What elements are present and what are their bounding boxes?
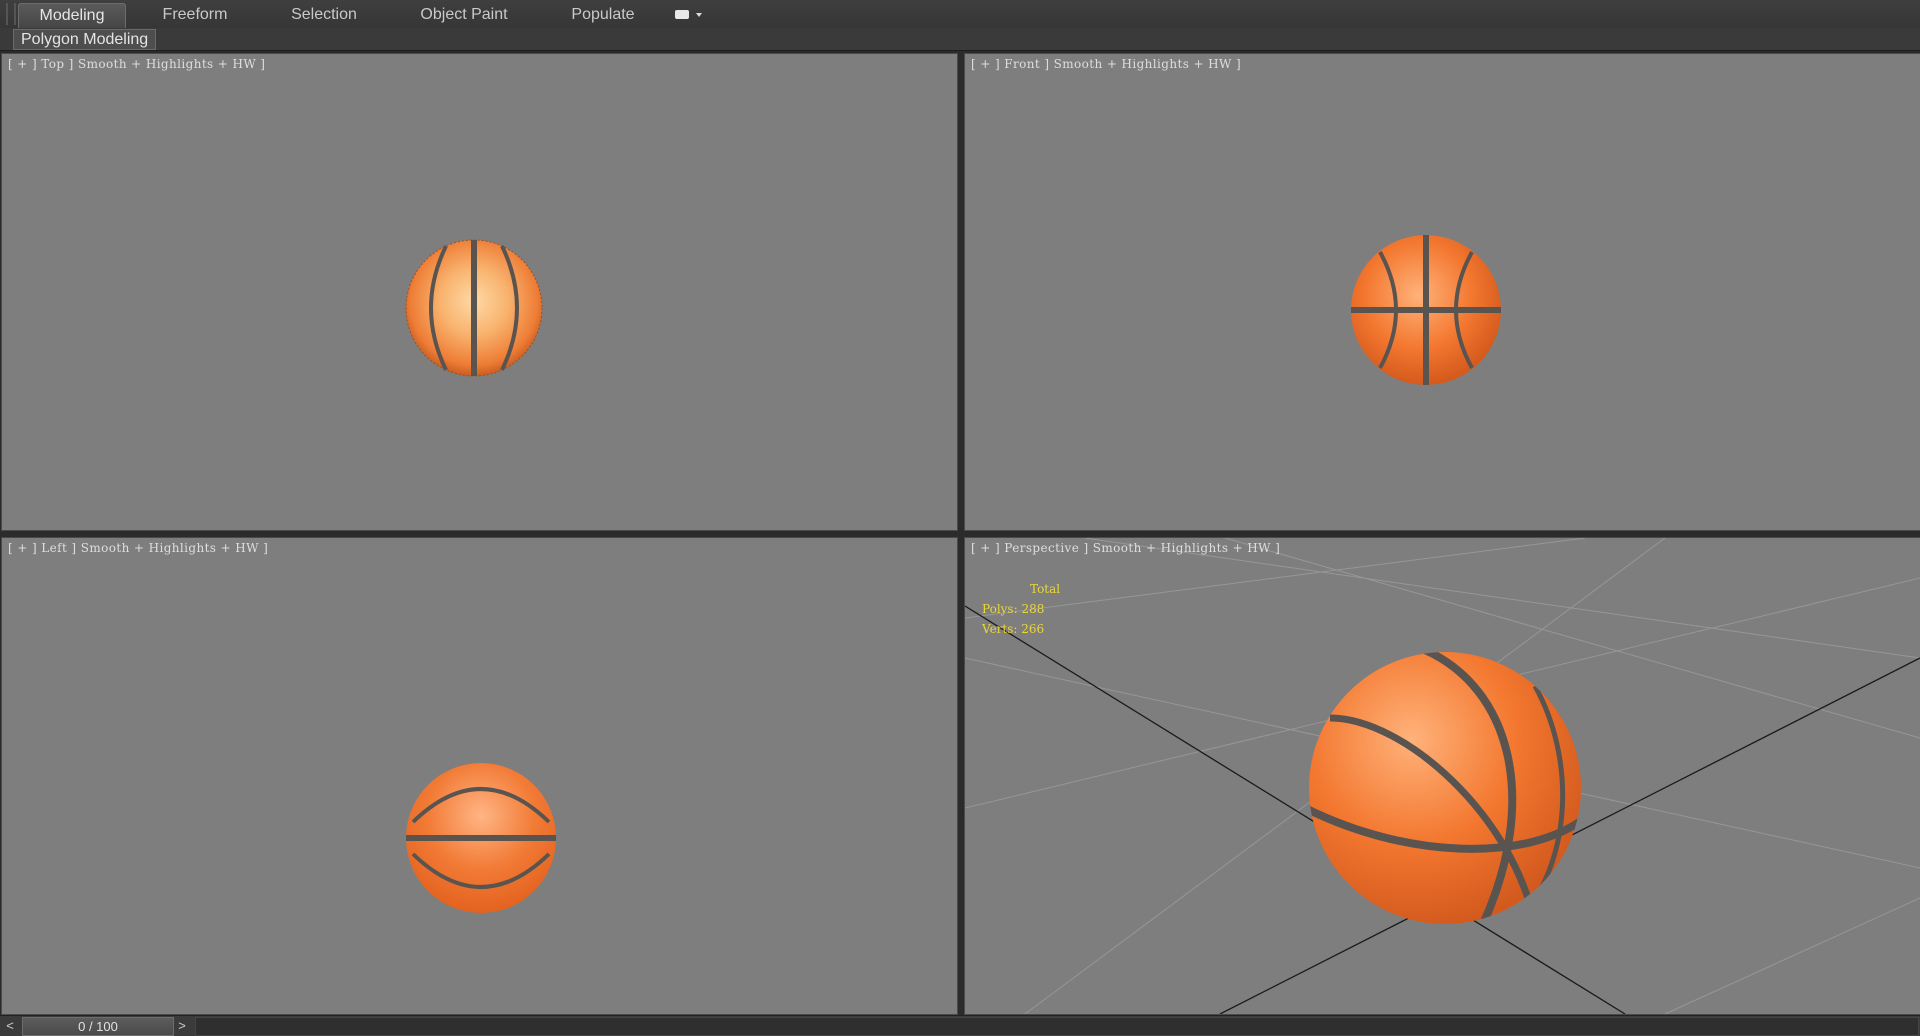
tab-freeform[interactable]: Freeform [143, 3, 247, 27]
ribbon-display-icon [675, 10, 689, 19]
viewport-top-label[interactable]: [ + ] Top ] Smooth + Highlights + HW ] [8, 57, 265, 71]
viewport-perspective[interactable]: [ + ] Perspective ] Smooth + Highlights … [964, 537, 1920, 1015]
tab-object-paint[interactable]: Object Paint [408, 3, 520, 27]
basketball-front-view[interactable] [1350, 234, 1502, 386]
viewport-left[interactable]: [ + ] Left ] Smooth + Highlights + HW ] [1, 537, 958, 1015]
viewport-front[interactable]: [ + ] Front ] Smooth + Highlights + HW ] [964, 53, 1920, 531]
time-slider-prev-button[interactable]: < [3, 1018, 17, 1034]
time-slider-track[interactable] [195, 1017, 1919, 1036]
tab-selection[interactable]: Selection [272, 3, 376, 27]
stats-title: Total [1030, 582, 1061, 596]
stats-polys: Polys: 288 [982, 602, 1045, 616]
tab-populate[interactable]: Populate [552, 3, 654, 27]
viewport-perspective-label[interactable]: [ + ] Perspective ] Smooth + Highlights … [971, 541, 1280, 555]
stats-verts: Verts: 266 [982, 622, 1045, 636]
ribbon-panel-bar: Polygon Modeling [0, 28, 1920, 51]
time-slider-next-button[interactable]: > [175, 1018, 189, 1034]
ribbon-options-icon[interactable] [673, 7, 707, 23]
scene-statistics: Total Polys: 288 Verts: 266 [982, 579, 1060, 639]
ribbon-grip-handle[interactable] [6, 3, 16, 25]
basketball-perspective-view[interactable] [1305, 648, 1585, 928]
viewport-front-label[interactable]: [ + ] Front ] Smooth + Highlights + HW ] [971, 57, 1241, 71]
time-slider-thumb[interactable]: 0 / 100 [22, 1017, 174, 1036]
basketball-left-view[interactable] [405, 762, 557, 914]
ribbon-tab-bar: Modeling Freeform Selection Object Paint… [0, 0, 1920, 29]
tab-modeling[interactable]: Modeling [18, 3, 126, 28]
viewport-left-label[interactable]: [ + ] Left ] Smooth + Highlights + HW ] [8, 541, 268, 555]
viewport-top[interactable]: [ + ] Top ] Smooth + Highlights + HW ] [1, 53, 958, 531]
panel-polygon-modeling[interactable]: Polygon Modeling [13, 29, 157, 50]
time-slider-bar: < 0 / 100 > [0, 1015, 1920, 1036]
chevron-down-icon [696, 13, 702, 17]
basketball-top-view[interactable] [404, 238, 544, 378]
